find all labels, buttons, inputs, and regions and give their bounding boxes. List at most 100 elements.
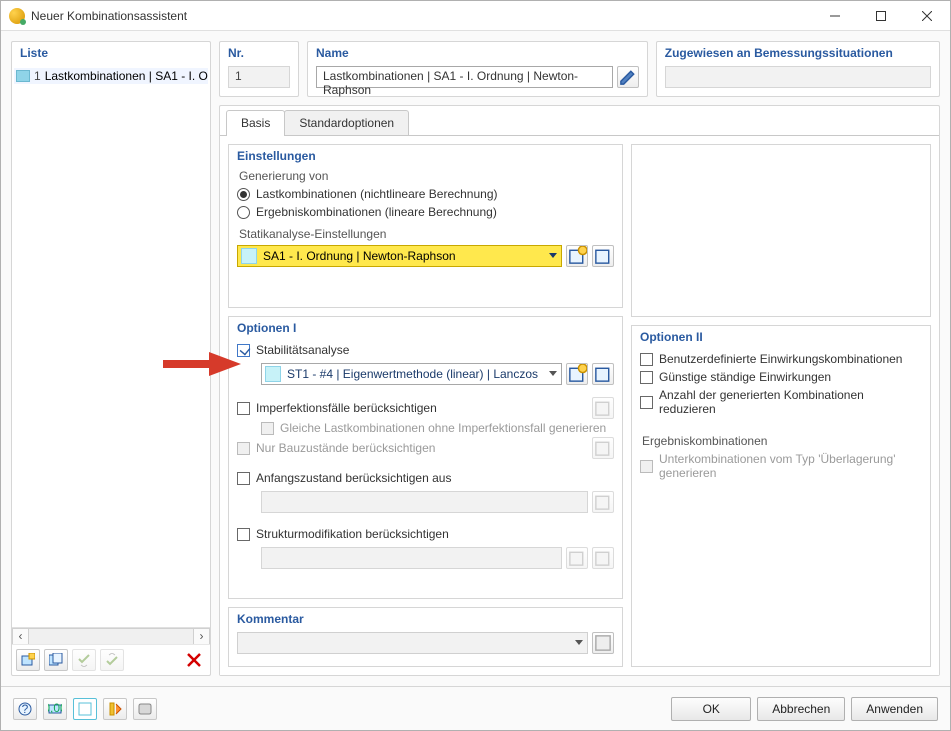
radio-lastkombinationen[interactable]: Lastkombinationen (nichtlineare Berechnu… xyxy=(237,185,614,203)
bauzustaende-edit-button[interactable] xyxy=(592,437,614,459)
check-stabilitaet-label: Stabilitätsanalyse xyxy=(256,343,349,357)
checkbox-icon xyxy=(640,396,653,409)
name-edit-button[interactable] xyxy=(617,66,639,88)
stabilitaet-dropdown-row: ST1 - #4 | Eigenwertmethode (linear) | L… xyxy=(237,363,614,385)
check-anfangszustand-label: Anfangszustand berücksichtigen aus xyxy=(256,471,451,485)
check-bauzustaende: Nur Bauzustände berücksichtigen xyxy=(237,439,586,457)
name-panel: Name Lastkombinationen | SA1 - I. Ordnun… xyxy=(307,41,648,97)
list-item-label: Lastkombinationen | SA1 - I. Ordnung xyxy=(45,69,208,83)
name-label: Name xyxy=(308,42,647,66)
statik-new-button[interactable] xyxy=(566,245,588,267)
imperfektion-edit-button[interactable] xyxy=(592,397,614,419)
check-gleiche-lastkomb: Gleiche Lastkombinationen ohne Imperfekt… xyxy=(237,419,614,437)
tabs-panel: Basis Standardoptionen Einstellungen Gen… xyxy=(219,105,940,676)
right-tab-column: Optionen II Benutzerdefinierte Einwirkun… xyxy=(631,144,931,667)
assigned-label: Zugewiesen an Bemessungssituationen xyxy=(657,42,939,66)
actions-button[interactable] xyxy=(103,698,127,720)
check-guenstig[interactable]: Günstige ständige Einwirkungen xyxy=(640,368,922,386)
right-column: Nr. 1 Name Lastkombinationen | SA1 - I. … xyxy=(219,41,940,676)
check-down-button[interactable] xyxy=(72,649,96,671)
check-gleiche-lastkomb-label: Gleiche Lastkombinationen ohne Imperfekt… xyxy=(280,421,606,435)
stabilitaet-dropdown[interactable]: ST1 - #4 | Eigenwertmethode (linear) | L… xyxy=(261,363,562,385)
checkbox-icon xyxy=(640,371,653,384)
statik-edit-button[interactable] xyxy=(592,245,614,267)
check-imperfektion[interactable]: Imperfektionsfälle berücksichtigen xyxy=(237,399,586,417)
kommentar-group: Kommentar xyxy=(228,607,623,667)
check-up-button[interactable] xyxy=(100,649,124,671)
scroll-track[interactable] xyxy=(29,628,193,645)
apply-button[interactable]: Anwenden xyxy=(851,697,938,721)
main-row: Liste 1 Lastkombinationen | SA1 - I. Ord… xyxy=(11,41,940,676)
statik-dropdown-value: SA1 - I. Ordnung | Newton-Raphson xyxy=(263,249,543,263)
checkbox-icon xyxy=(261,422,274,435)
check-stabilitaet[interactable]: Stabilitätsanalyse xyxy=(237,341,614,359)
kommentar-button[interactable] xyxy=(592,632,614,654)
check-guenstig-label: Günstige ständige Einwirkungen xyxy=(659,370,831,384)
list-item-color-chip xyxy=(16,70,30,82)
stab-edit-button[interactable] xyxy=(592,363,614,385)
blank-group xyxy=(631,144,931,317)
bottom-toolbar: ? 0,00 OK Abbrechen Anwenden xyxy=(1,686,950,730)
tab-basis[interactable]: Basis xyxy=(226,110,285,136)
check-benutzerdefiniert[interactable]: Benutzerdefinierte Einwirkungskombinatio… xyxy=(640,350,922,368)
units-button[interactable]: 0,00 xyxy=(43,698,67,720)
tab-standardoptionen[interactable]: Standardoptionen xyxy=(284,110,409,136)
copy-item-button[interactable] xyxy=(44,649,68,671)
strukturmod-new-button[interactable] xyxy=(566,547,588,569)
check-bauzustaende-label: Nur Bauzustände berücksichtigen xyxy=(256,441,435,455)
maximize-button[interactable] xyxy=(858,1,904,30)
view-button[interactable] xyxy=(73,698,97,720)
minimize-button[interactable] xyxy=(812,1,858,30)
einstellungen-title: Einstellungen xyxy=(237,149,614,163)
tabstrip: Basis Standardoptionen xyxy=(220,106,939,136)
tab-body: Einstellungen Generierung von Lastkombin… xyxy=(220,135,939,675)
scroll-left-arrow-icon[interactable]: ‹ xyxy=(12,628,29,645)
cancel-button[interactable]: Abbrechen xyxy=(757,697,845,721)
stab-new-button[interactable] xyxy=(566,363,588,385)
window-controls xyxy=(812,1,950,30)
optionen1-title: Optionen I xyxy=(237,321,614,335)
checkbox-icon xyxy=(237,528,250,541)
scroll-right-arrow-icon[interactable]: › xyxy=(193,628,210,645)
statik-label: Statikanalyse-Einstellungen xyxy=(239,227,614,241)
check-imperfektion-row: Imperfektionsfälle berücksichtigen xyxy=(237,397,614,419)
optionen2-group: Optionen II Benutzerdefinierte Einwirkun… xyxy=(631,325,931,667)
nr-field: 1 xyxy=(228,66,290,88)
radio-lastkombinationen-label: Lastkombinationen (nichtlineare Berechnu… xyxy=(256,187,497,201)
close-button[interactable] xyxy=(904,1,950,30)
statik-dropdown[interactable]: SA1 - I. Ordnung | Newton-Raphson xyxy=(237,245,562,267)
checkbox-icon xyxy=(640,460,653,473)
assigned-field xyxy=(665,66,931,88)
new-item-button[interactable] xyxy=(16,649,40,671)
nr-panel: Nr. 1 xyxy=(219,41,299,97)
anfangszustand-field-disabled xyxy=(261,491,588,513)
app-icon xyxy=(9,8,25,24)
stab-color-chip xyxy=(265,366,281,382)
help-button[interactable]: ? xyxy=(13,698,37,720)
check-strukturmodifikation[interactable]: Strukturmodifikation berücksichtigen xyxy=(237,525,614,543)
radio-ergebniskombinationen[interactable]: Ergebniskombinationen (lineare Berechnun… xyxy=(237,203,614,221)
check-anzahl[interactable]: Anzahl der generierten Kombinationen red… xyxy=(640,386,922,418)
einstellungen-group: Einstellungen Generierung von Lastkombin… xyxy=(228,144,623,308)
kommentar-dropdown[interactable] xyxy=(237,632,588,654)
kommentar-title: Kommentar xyxy=(237,612,614,626)
statik-dropdown-row: SA1 - I. Ordnung | Newton-Raphson xyxy=(237,245,614,267)
radio-icon xyxy=(237,206,250,219)
stabilitaet-dropdown-value: ST1 - #4 | Eigenwertmethode (linear) | L… xyxy=(287,367,543,381)
script-button[interactable] xyxy=(133,698,157,720)
name-input[interactable]: Lastkombinationen | SA1 - I. Ordnung | N… xyxy=(316,66,613,88)
list-horizontal-scrollbar[interactable]: ‹ › xyxy=(12,627,210,644)
chevron-down-icon xyxy=(549,371,557,376)
left-tab-column: Einstellungen Generierung von Lastkombin… xyxy=(228,144,623,667)
list-item[interactable]: 1 Lastkombinationen | SA1 - I. Ordnung xyxy=(14,68,208,84)
ok-button[interactable]: OK xyxy=(671,697,751,721)
strukturmod-edit-button[interactable] xyxy=(592,547,614,569)
check-anzahl-label: Anzahl der generierten Kombinationen red… xyxy=(659,388,922,416)
window-title: Neuer Kombinationsassistent xyxy=(31,9,812,23)
anfangszustand-button[interactable] xyxy=(592,491,614,513)
strukturmod-field-disabled xyxy=(261,547,562,569)
check-anfangszustand[interactable]: Anfangszustand berücksichtigen aus xyxy=(237,469,614,487)
check-benutzerdefiniert-label: Benutzerdefinierte Einwirkungskombinatio… xyxy=(659,352,902,366)
check-imperfektion-label: Imperfektionsfälle berücksichtigen xyxy=(256,401,437,415)
delete-item-button[interactable] xyxy=(182,649,206,671)
